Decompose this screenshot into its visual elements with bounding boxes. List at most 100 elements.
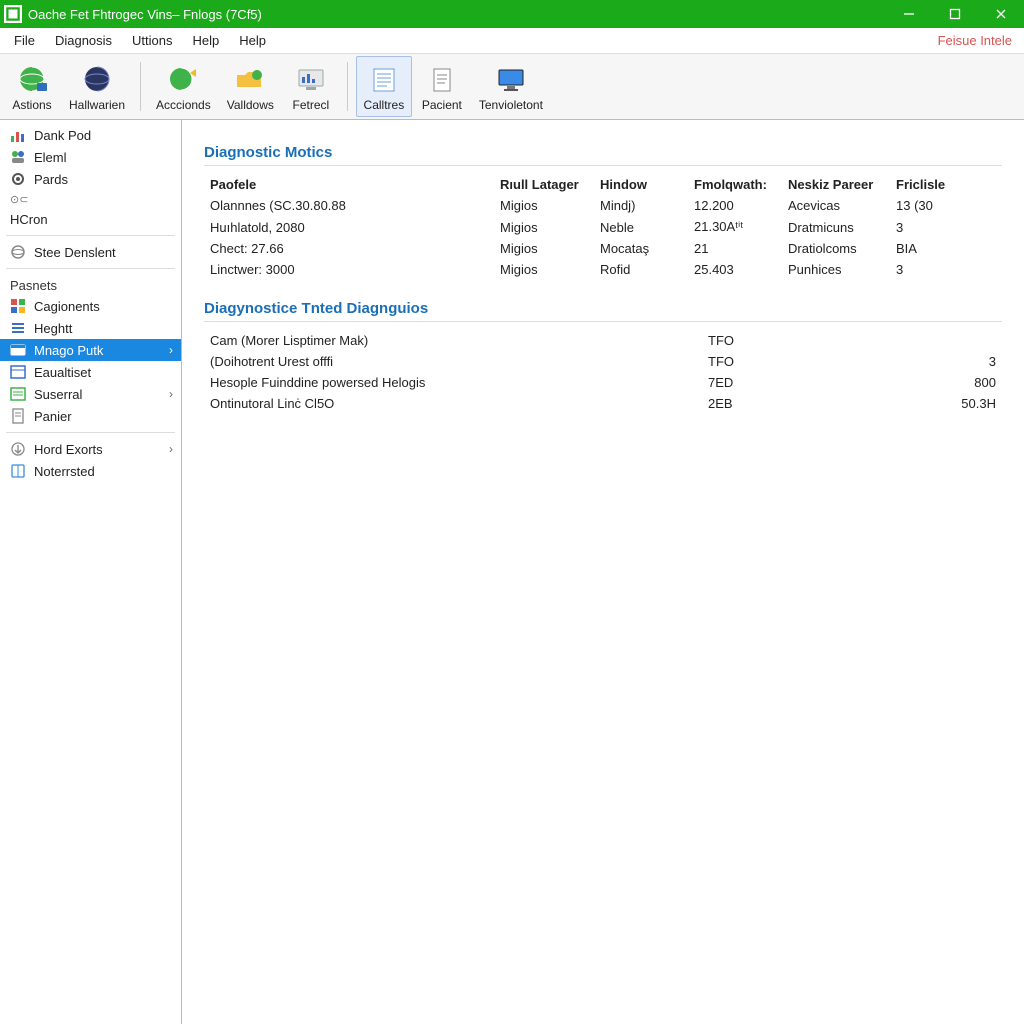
people-icon (10, 149, 26, 165)
toolbar-calltres[interactable]: Calltres (356, 56, 412, 117)
sidebar-item-eleml[interactable]: Eleml (0, 146, 181, 168)
close-button[interactable] (978, 0, 1024, 28)
window-title: Oache Fet Fhtrogec Vins– Fnlogs (7Cf5) (28, 7, 886, 22)
sidebar-item-label: Stee Denslent (34, 245, 116, 260)
toolbar-tenvioletont[interactable]: Tenvioletont (472, 56, 550, 117)
table-cell: TFO (702, 330, 922, 351)
table-row[interactable]: Hesople Fuinddine powersed Helogis7ED800 (204, 372, 1002, 393)
maximize-button[interactable] (932, 0, 978, 28)
sidebar-item-steedenslent[interactable]: Stee Denslent (0, 241, 181, 263)
sidebar-item-hcron[interactable]: HCron (0, 209, 181, 230)
window-icon (10, 364, 26, 380)
section-title-2: Diagynostice Tnted Diagnguios (204, 300, 1002, 322)
toolbar-accconds[interactable]: Acccionds (149, 56, 218, 117)
table-cell: Neble (594, 216, 688, 238)
sidebar-item-eaualtiset[interactable]: Eaualtiset (0, 361, 181, 383)
col-header[interactable]: Rıull Latager (494, 174, 594, 195)
toolbar-fetrecl[interactable]: Fetrecl (283, 56, 339, 117)
sidebar-item-mnagoputk[interactable]: Mnago Putk › (0, 339, 181, 361)
app-icon (4, 5, 22, 23)
table-cell: Linctwer: 3000 (204, 259, 494, 280)
sidebar-separator (6, 432, 175, 433)
col-header[interactable]: Paofele (204, 174, 494, 195)
sidebar-item-noterrsted[interactable]: Noterrsted (0, 460, 181, 482)
table-cell: Dratiolcoms (782, 238, 890, 259)
list-green-icon (10, 386, 26, 402)
col-header[interactable]: Neskiz Pareer (782, 174, 890, 195)
gear-icon (10, 171, 26, 187)
table-cell: TFO (702, 351, 922, 372)
menubar: File Diagnosis Uttions Help Help Feisue … (0, 28, 1024, 54)
toolbar-valldows[interactable]: Valldows (220, 56, 281, 117)
col-header[interactable]: Fmolqwath: (688, 174, 782, 195)
sidebar-item-panier[interactable]: Panier (0, 405, 181, 427)
sidebar-item-heghtt[interactable]: Heghtt (0, 317, 181, 339)
sidebar-item-label: Suserral (34, 387, 82, 402)
sidebar-item-hordexorts[interactable]: Hord Exorts › (0, 438, 181, 460)
toolbar-label: Valldows (227, 98, 274, 112)
sidebar-item-dankpod[interactable]: Dank Pod (0, 124, 181, 146)
table-row[interactable]: Cam (Morer Lisptimer Mak)TFO (204, 330, 1002, 351)
col-header[interactable]: Hindow (594, 174, 688, 195)
table-cell: 12.200 (688, 195, 782, 216)
chart-green-icon (10, 127, 26, 143)
sidebar-header: Pasnets (0, 274, 181, 295)
toolbar-label: Hallwarien (69, 98, 125, 112)
table-cell: Migios (494, 216, 594, 238)
sidebar-item-label: Eleml (34, 150, 67, 165)
table-cell: Rofid (594, 259, 688, 280)
menu-help-2[interactable]: Help (229, 29, 276, 52)
sidebar-item-pards[interactable]: Pards (0, 168, 181, 190)
table-cell: 25.403 (688, 259, 782, 280)
table-cell: (Doihotrent Urest offfi (204, 351, 702, 372)
bars-icon (10, 320, 26, 336)
table-cell: Migios (494, 238, 594, 259)
sidebar-item-suserral[interactable]: Suserral › (0, 383, 181, 405)
toolbar-label: Fetrecl (293, 98, 330, 112)
table-cell: 13 (30 (890, 195, 1002, 216)
table-row[interactable]: Linctwer: 3000MigiosRofid25.403Punhices3 (204, 259, 1002, 280)
main-content: Diagnostic Motics Paofele Rıull Latager … (182, 120, 1024, 1024)
sidebar-item-label: Panier (34, 409, 72, 424)
menu-diagnosis[interactable]: Diagnosis (45, 29, 122, 52)
sidebar-item-label: Hord Exorts (34, 442, 103, 457)
table-row[interactable]: Chect: 27.66MigiosMocataş21DratiolcomsBI… (204, 238, 1002, 259)
minimize-button[interactable] (886, 0, 932, 28)
toolbar-label: Calltres (364, 98, 405, 112)
table-row[interactable]: (Doihotrent Urest offfiTFO3 (204, 351, 1002, 372)
table-row[interactable]: Olannnes (SC.30.80.88MigiosMindj)12.200A… (204, 195, 1002, 216)
toolbar-label: Pacient (422, 98, 462, 112)
toolbar-hallwarien[interactable]: Hallwarien (62, 56, 132, 117)
toolbar-pacient[interactable]: Pacient (414, 56, 470, 117)
menubar-right-label[interactable]: Feisue Intele (938, 33, 1020, 48)
table-cell: 2EB (702, 393, 922, 414)
menu-file[interactable]: File (4, 29, 45, 52)
export-icon (10, 441, 26, 457)
table-row[interactable]: Ontinutoral Linċ Cl5O2EB50.3H (204, 393, 1002, 414)
table-cell: Punhices (782, 259, 890, 280)
folder-share-icon (232, 64, 268, 96)
section-title-1: Diagnostic Motics (204, 144, 1002, 166)
table-cell: 21.30Aᵗⁱᵗ (688, 216, 782, 238)
card-icon (10, 342, 26, 358)
toolbar-label: Astions (12, 98, 51, 112)
monitor-chart-icon (293, 64, 329, 96)
book-icon (10, 463, 26, 479)
sidebar-item-cagionents[interactable]: Cagionents (0, 295, 181, 317)
sidebar-separator (6, 235, 175, 236)
table-cell: Cam (Morer Lisptimer Mak) (204, 330, 702, 351)
toolbar-astions[interactable]: Astions (4, 56, 60, 117)
col-header[interactable]: Friclisle (890, 174, 1002, 195)
table-row[interactable]: Huıhlatold, 2080MigiosNeble21.30AᵗⁱᵗDrat… (204, 216, 1002, 238)
sidebar-item-tiny[interactable]: ⊙⊂ (0, 190, 181, 209)
menu-uttions[interactable]: Uttions (122, 29, 182, 52)
menu-help-1[interactable]: Help (183, 29, 230, 52)
diagnostic-table: Paofele Rıull Latager Hindow Fmolqwath: … (204, 174, 1002, 280)
table-cell: BIA (890, 238, 1002, 259)
table-cell: Acevicas (782, 195, 890, 216)
sidebar-item-label: ⊙⊂ (10, 193, 28, 206)
table-cell: 50.3H (922, 393, 1002, 414)
toolbar-label: Tenvioletont (479, 98, 543, 112)
sidebar-item-label: Cagionents (34, 299, 100, 314)
toolbar-label: Acccionds (156, 98, 211, 112)
